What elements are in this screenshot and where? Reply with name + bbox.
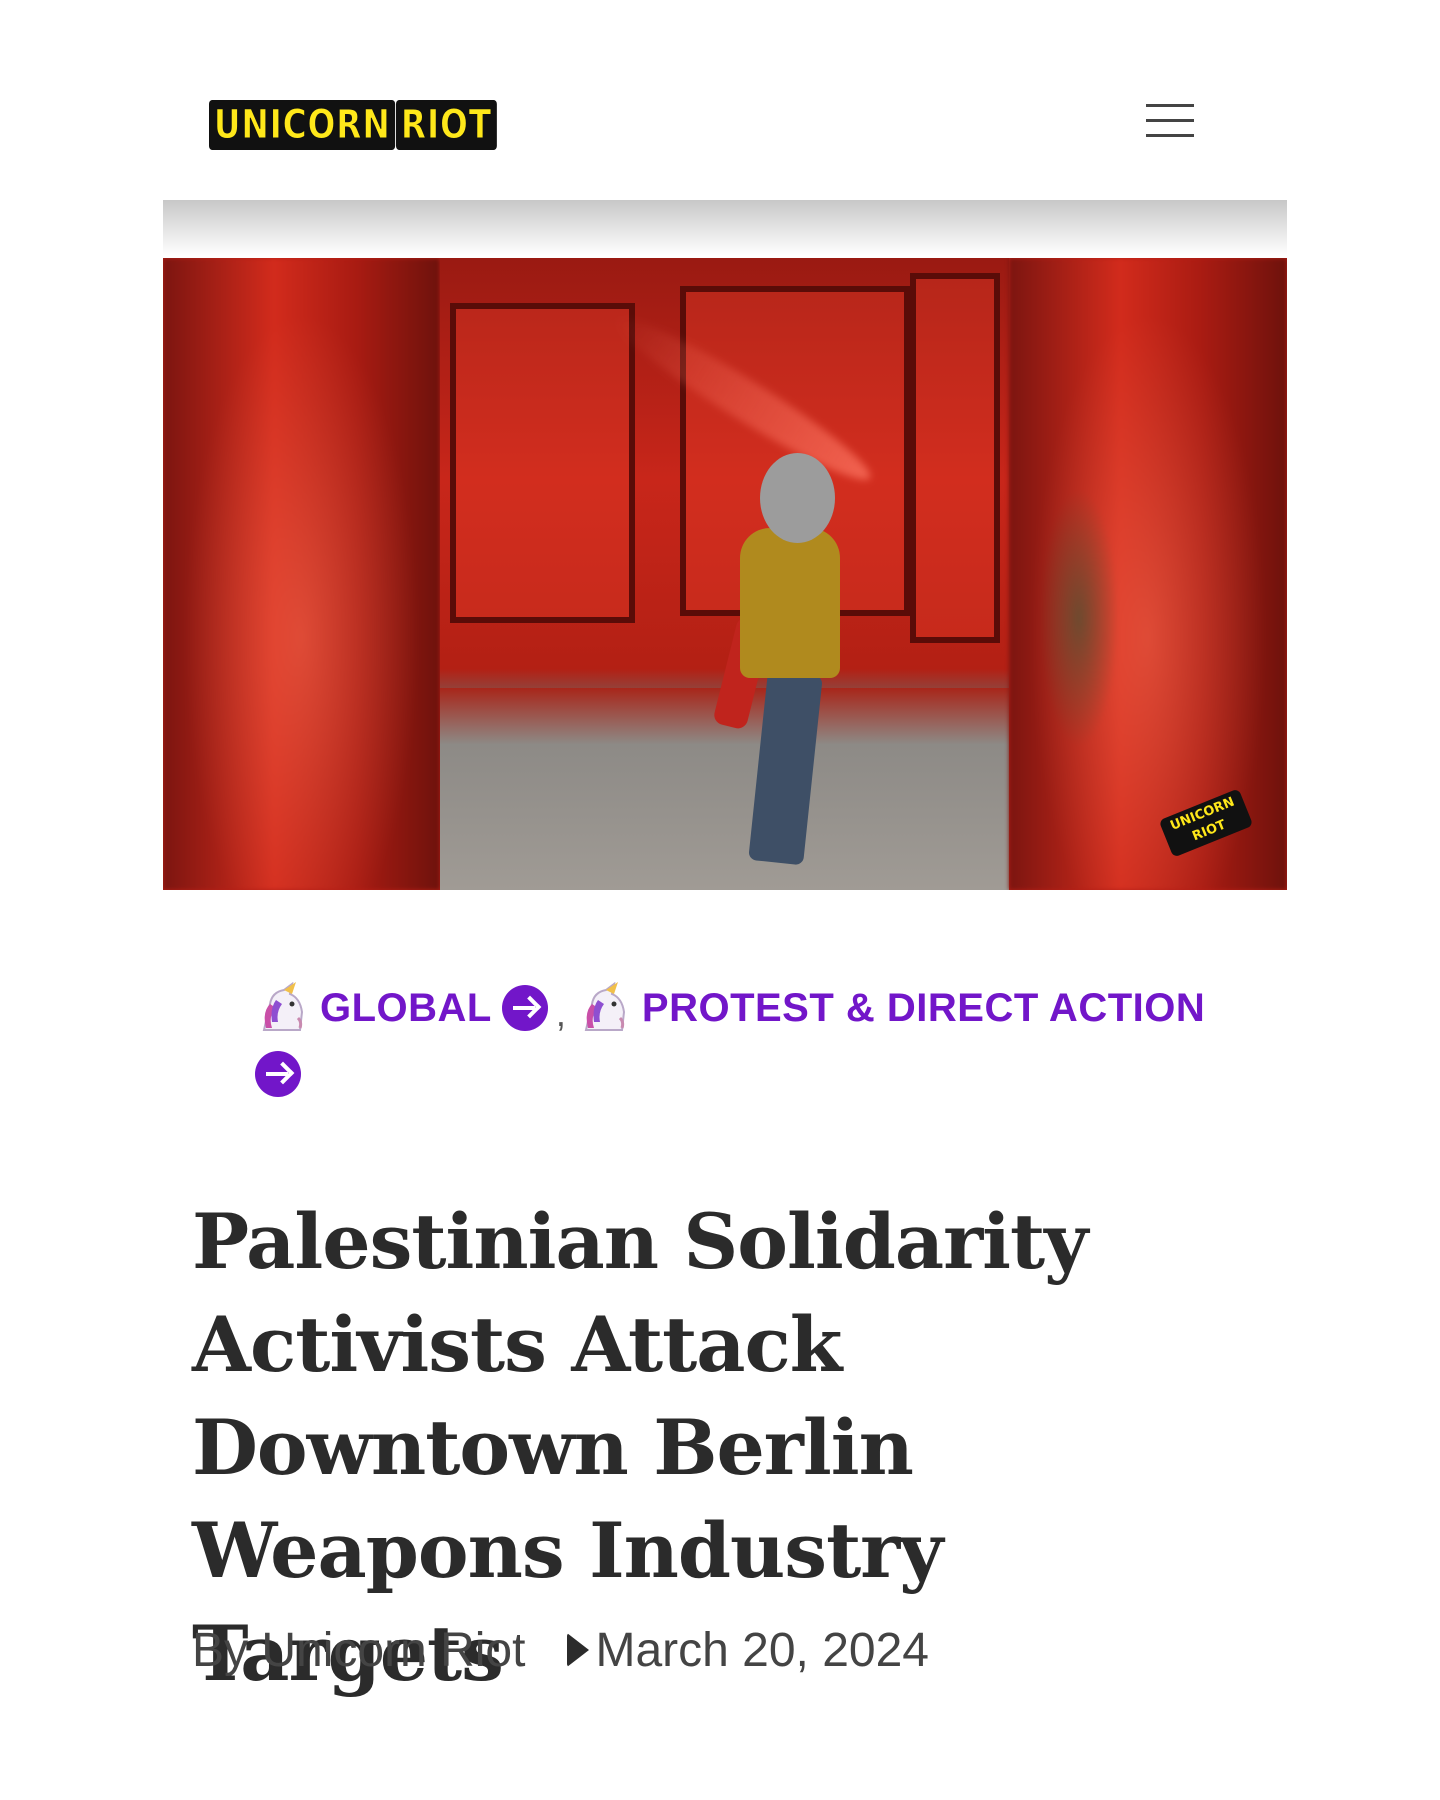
glass-door-left — [450, 303, 635, 623]
unicorn-emoji-icon — [256, 981, 310, 1034]
menu-line — [1146, 119, 1194, 122]
category-line — [255, 1051, 1216, 1097]
category-link-protest-direct-action[interactable]: PROTEST & DIRECT ACTION — [578, 981, 1206, 1034]
site-logo[interactable]: UNICORN RIOT — [209, 98, 519, 152]
blurred-image-left — [163, 258, 440, 890]
logo-word-unicorn: UNICORN — [209, 100, 396, 150]
category-separator: , — [555, 993, 566, 1034]
blurred-figure — [1039, 488, 1119, 748]
site-header: UNICORN RIOT — [163, 0, 1287, 200]
menu-line — [1146, 104, 1194, 107]
post-meta: By Unicorn Riot March 20, 2024 — [192, 1620, 929, 1680]
arrow-right-circle-icon[interactable] — [255, 1051, 301, 1097]
category-line: GLOBAL , PROTEST & DIRECT ACTION — [256, 981, 1216, 1034]
post-date: March 20, 2024 — [567, 1623, 929, 1678]
featured-image: UNICORN RIOT — [163, 258, 1287, 890]
hamburger-menu-icon[interactable] — [1146, 100, 1198, 144]
author-link[interactable]: By Unicorn Riot — [192, 1623, 525, 1678]
logo-word-riot: RIOT — [396, 100, 498, 150]
arrow-right-circle-icon[interactable] — [501, 985, 548, 1031]
header-shadow — [163, 200, 1287, 256]
unicorn-emoji-icon — [578, 981, 632, 1034]
glass-door-right — [910, 273, 1000, 643]
date-text: March 20, 2024 — [595, 1623, 929, 1677]
activist-hood — [760, 453, 835, 543]
protest-photo — [440, 258, 1009, 890]
menu-line — [1146, 134, 1194, 137]
play-triangle-icon — [567, 1633, 590, 1667]
post-categories: GLOBAL , PROTEST & DIRECT ACTION — [255, 981, 1216, 1097]
category-label: GLOBAL — [320, 985, 492, 1030]
activist-jacket — [740, 528, 840, 678]
category-link-global[interactable]: GLOBAL — [256, 981, 548, 1034]
blurred-image-right — [1009, 258, 1287, 890]
category-label: PROTEST & DIRECT ACTION — [641, 985, 1206, 1030]
